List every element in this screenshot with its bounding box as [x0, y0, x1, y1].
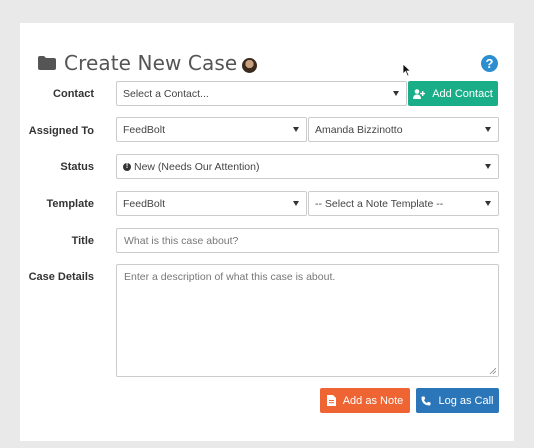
log-as-call-label: Log as Call: [438, 394, 494, 407]
avatar: [242, 57, 258, 73]
note-template-value: -- Select a Note Template --: [315, 197, 444, 210]
add-as-note-label: Add as Note: [342, 394, 404, 407]
file-icon: [326, 395, 336, 406]
add-contact-button[interactable]: Add Contact: [408, 81, 498, 106]
case-details-textarea[interactable]: Enter a description of what this case is…: [116, 264, 499, 377]
template-label: Template: [46, 198, 94, 210]
title-row: Create New Case: [38, 50, 258, 76]
chevron-down-icon: [393, 91, 399, 96]
log-as-call-button[interactable]: Log as Call: [416, 388, 499, 413]
case-details-label: Case Details: [28, 271, 94, 283]
contact-select-value: Select a Contact...: [123, 87, 209, 100]
resize-handle-icon[interactable]: [489, 367, 496, 374]
chevron-down-icon: [485, 201, 491, 206]
assigned-to-label: Assigned To: [28, 125, 94, 137]
assigned-user-select[interactable]: Amanda Bizzinotto: [308, 117, 499, 142]
title-input[interactable]: What is this case about?: [116, 228, 499, 253]
chevron-down-icon: [293, 201, 299, 206]
folder-icon: [38, 56, 56, 70]
add-contact-label: Add Contact: [432, 87, 493, 100]
status-label: Status: [60, 161, 94, 173]
user-plus-icon: [413, 88, 426, 99]
exclamation-circle-icon: !: [123, 162, 131, 171]
status-value: New (Needs Our Attention): [134, 160, 260, 173]
add-as-note-button[interactable]: Add as Note: [320, 388, 410, 413]
contact-select[interactable]: Select a Contact...: [116, 81, 407, 106]
phone-icon: [421, 396, 431, 406]
page-title: Create New Case: [64, 51, 238, 75]
assigned-team-select[interactable]: FeedBolt: [116, 117, 307, 142]
mouse-cursor-icon: [402, 63, 412, 77]
create-case-panel: Create New Case ? Contact Select a Conta…: [20, 23, 514, 441]
note-template-select[interactable]: -- Select a Note Template --: [308, 191, 499, 216]
case-details-placeholder: Enter a description of what this case is…: [124, 271, 336, 283]
chevron-down-icon: [485, 164, 491, 169]
assigned-team-value: FeedBolt: [123, 123, 166, 136]
question-circle-icon[interactable]: ?: [481, 55, 498, 72]
title-placeholder: What is this case about?: [124, 234, 239, 247]
chevron-down-icon: [293, 127, 299, 132]
template-company-select[interactable]: FeedBolt: [116, 191, 307, 216]
title-label: Title: [71, 235, 94, 247]
status-select[interactable]: ! New (Needs Our Attention): [116, 154, 499, 179]
assigned-user-value: Amanda Bizzinotto: [315, 123, 403, 136]
chevron-down-icon: [485, 127, 491, 132]
contact-label: Contact: [53, 88, 94, 100]
template-company-value: FeedBolt: [123, 197, 166, 210]
